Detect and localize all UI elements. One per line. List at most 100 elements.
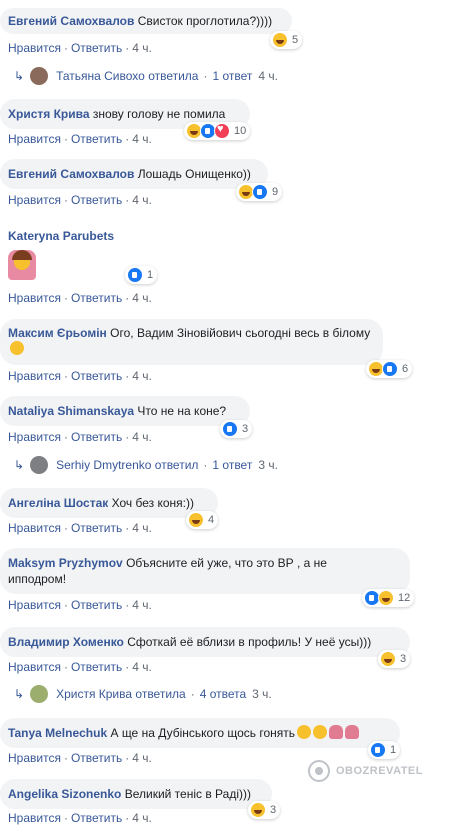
comment-author[interactable]: Angelika Sizonenko — [8, 787, 121, 801]
reaction-count: 3 — [400, 653, 407, 665]
like-link[interactable]: Нравится — [8, 132, 61, 146]
comment-bubble: Angelika Sizonenko Великий теніс в Раді)… — [0, 779, 272, 809]
reaction-summary[interactable]: 3 — [378, 650, 411, 668]
reply-link[interactable]: Ответить — [71, 193, 122, 207]
comment-time[interactable]: 4 ч. — [132, 521, 152, 535]
haha-icon — [380, 651, 396, 667]
comment-actions: Нравится · Ответить · 4 ч. — [8, 132, 152, 146]
like-icon — [127, 267, 143, 283]
reply-time: 3 ч. — [252, 687, 272, 701]
laugh-emoji-icon — [312, 725, 327, 739]
comment-author[interactable]: Tanya Melnechuk — [8, 726, 107, 740]
comment-actions: Нравится · Ответить · 4 ч. — [8, 751, 152, 765]
reply-count: 1 ответ — [212, 69, 253, 83]
reply-link[interactable]: Ответить — [71, 41, 122, 55]
comment-text: Объясните ей уже, что это ВР , а не — [126, 556, 327, 570]
like-link[interactable]: Нравится — [8, 291, 61, 305]
facepalm-emoji-icon — [8, 250, 36, 280]
comment-time[interactable]: 4 ч. — [132, 811, 152, 825]
haha-icon — [272, 32, 288, 48]
comment-actions: Нравится · Ответить · 4 ч. — [8, 598, 152, 612]
comment-author[interactable]: Евгений Самохвалов — [8, 14, 134, 28]
reaction-summary[interactable]: 6 — [366, 360, 413, 378]
like-link[interactable]: Нравится — [8, 521, 61, 535]
comment-text: Великий теніс в Раді))) — [124, 787, 251, 801]
comment-text-line2: ипподром! — [8, 572, 67, 586]
replies-summary[interactable]: ↳ Христя Крива ответила · 4 ответа 3 ч. — [14, 685, 272, 703]
like-link[interactable]: Нравится — [8, 598, 61, 612]
like-link[interactable]: Нравится — [8, 660, 61, 674]
reaction-count: 1 — [147, 269, 154, 281]
reaction-summary[interactable]: 10 — [184, 122, 251, 140]
like-link[interactable]: Нравится — [8, 193, 61, 207]
replies-summary[interactable]: ↳ Serhiy Dmytrenko ответил · 1 ответ 3 ч. — [14, 456, 278, 474]
comment-time[interactable]: 4 ч. — [132, 41, 152, 55]
comment-author[interactable]: Ангеліна Шостак — [8, 496, 108, 510]
comment-time[interactable]: 4 ч. — [132, 430, 152, 444]
comments-feed: Евгений Самохвалов Свисток проглотила?))… — [0, 0, 451, 825]
reply-link[interactable]: Ответить — [71, 811, 122, 825]
comment-author[interactable]: Христя Крива — [8, 107, 90, 121]
reply-link[interactable]: Ответить — [71, 751, 122, 765]
comment-actions: Нравится · Ответить · 4 ч. — [8, 660, 152, 674]
like-link[interactable]: Нравится — [8, 430, 61, 444]
reaction-summary[interactable]: 3 — [248, 801, 281, 819]
reaction-summary[interactable]: 12 — [362, 589, 415, 607]
reply-author: Татьяна Сивохо — [56, 69, 145, 83]
comment-time[interactable]: 4 ч. — [132, 369, 152, 383]
like-icon — [222, 421, 238, 437]
haha-icon — [188, 512, 204, 528]
reaction-summary[interactable]: 9 — [236, 183, 283, 201]
reply-link[interactable]: Ответить — [71, 132, 122, 146]
comment-bubble: Maksym Pryzhymov Объясните ей уже, что э… — [0, 548, 410, 594]
comment-time[interactable]: 4 ч. — [132, 132, 152, 146]
comment-actions: Нравится · Ответить · 4 ч. — [8, 41, 152, 55]
haha-icon — [250, 802, 266, 818]
reaction-summary[interactable]: 3 — [220, 420, 253, 438]
comment-time[interactable]: 4 ч. — [132, 291, 152, 305]
comment-text: Лошадь Онищенко)) — [137, 167, 251, 181]
reply-arrow-icon: ↳ — [14, 458, 25, 472]
comment-time[interactable]: 4 ч. — [132, 193, 152, 207]
laugh-emoji-icon — [296, 725, 311, 739]
facepalm-emoji-icon — [344, 725, 359, 739]
reply-verb: ответила — [148, 69, 199, 83]
comment-author[interactable]: Kateryna Parubets — [8, 229, 114, 243]
reply-author: Serhiy Dmytrenko — [56, 458, 152, 472]
like-link[interactable]: Нравится — [8, 369, 61, 383]
reply-link[interactable]: Ответить — [71, 660, 122, 674]
comment-time[interactable]: 4 ч. — [132, 660, 152, 674]
comment-bubble: Евгений Самохвалов Свисток проглотила?))… — [0, 8, 292, 34]
comment-time[interactable]: 4 ч. — [132, 598, 152, 612]
avatar — [30, 67, 49, 85]
like-link[interactable]: Нравится — [8, 751, 61, 765]
reaction-summary[interactable]: 1 — [368, 741, 401, 759]
comment-author[interactable]: Максим Єрьомін — [8, 326, 107, 340]
avatar — [30, 685, 49, 703]
reply-link[interactable]: Ответить — [71, 521, 122, 535]
comment-text: А ще на Дубінського щось гонять — [110, 726, 295, 740]
reaction-summary[interactable]: 5 — [270, 31, 303, 49]
reaction-count: 4 — [208, 514, 215, 526]
reply-link[interactable]: Ответить — [71, 598, 122, 612]
comment-bubble: Kateryna Parubets — [0, 222, 132, 248]
comment-author[interactable]: Maksym Pryzhymov — [8, 556, 123, 570]
comment-time[interactable]: 4 ч. — [132, 751, 152, 765]
comment-text: Хоч без коня:)) — [111, 496, 194, 510]
reply-link[interactable]: Ответить — [71, 369, 122, 383]
reply-link[interactable]: Ответить — [71, 291, 122, 305]
comment-bubble: Владимир Хоменко Сфоткай её вблизи в про… — [0, 627, 410, 657]
replies-summary[interactable]: ↳ Татьяна Сивохо ответила · 1 ответ 4 ч. — [14, 67, 278, 85]
reaction-count: 5 — [292, 34, 299, 46]
reaction-summary[interactable]: 4 — [186, 511, 219, 529]
like-link[interactable]: Нравится — [8, 811, 61, 825]
reply-verb: ответил — [154, 458, 199, 472]
comment-actions: Нравится · Ответить · 4 ч. — [8, 521, 152, 535]
reaction-summary[interactable]: 1 — [125, 266, 158, 284]
comment-author[interactable]: Nataliya Shimanskaya — [8, 404, 134, 418]
reaction-count: 9 — [272, 186, 279, 198]
reply-link[interactable]: Ответить — [71, 430, 122, 444]
comment-author[interactable]: Евгений Самохвалов — [8, 167, 134, 181]
comment-author[interactable]: Владимир Хоменко — [8, 635, 124, 649]
like-link[interactable]: Нравится — [8, 41, 61, 55]
